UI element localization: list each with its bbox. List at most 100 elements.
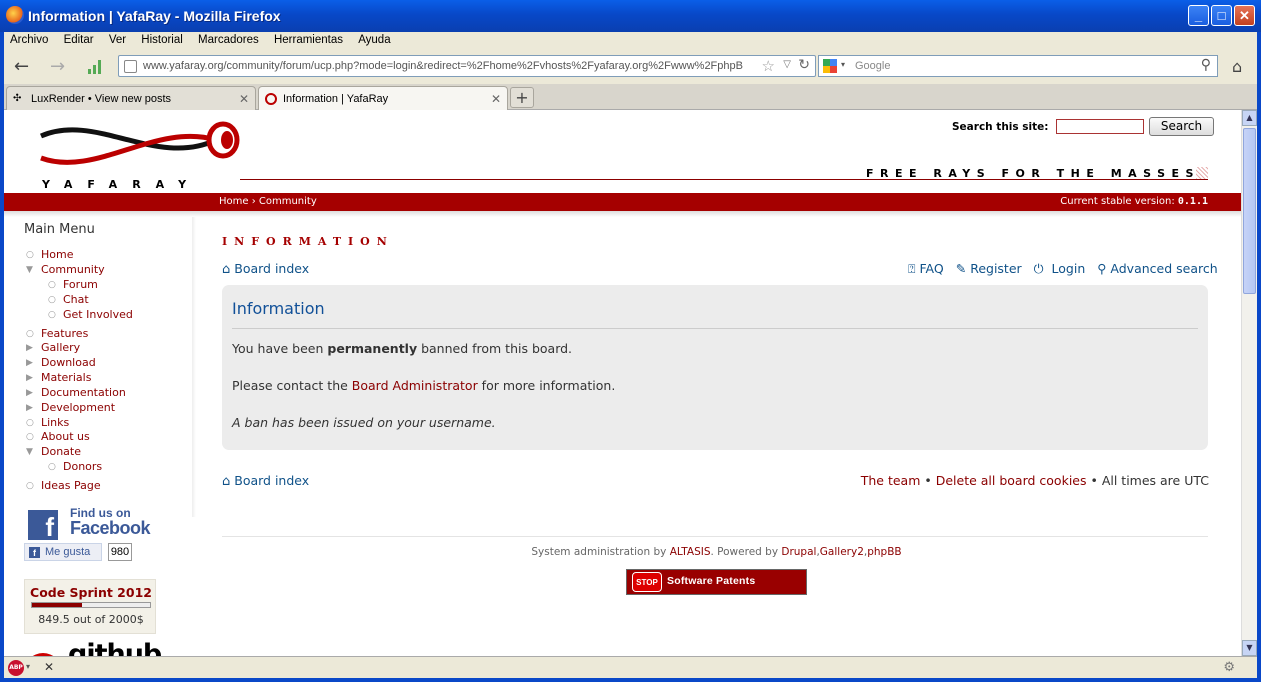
breadcrumb[interactable]: Home › Community <box>219 196 317 207</box>
sidebar-item-ideas-page[interactable]: Ideas Page <box>41 479 101 492</box>
menu-bullet-icon: ○ <box>48 280 56 290</box>
search-placeholder[interactable]: Google <box>855 60 890 72</box>
menu-ayuda[interactable]: Ayuda <box>352 32 396 46</box>
board-index-link-bottom[interactable]: ⌂ Board index <box>222 473 309 489</box>
the-team-link[interactable]: The team <box>861 473 921 488</box>
like-count: 980 <box>108 543 132 561</box>
site-search-input[interactable] <box>1056 119 1144 134</box>
scrollbar-thumb[interactable] <box>1243 128 1256 294</box>
web-search-box[interactable]: ▾ Google ⚲ <box>818 55 1218 77</box>
vertical-scrollbar[interactable]: ▲ ▼ <box>1241 110 1257 656</box>
sprint-title[interactable]: Code Sprint 2012 <box>25 585 157 600</box>
search-magnifier-icon[interactable]: ⚲ <box>1201 57 1211 73</box>
sidebar-item-get-involved[interactable]: Get Involved <box>63 308 133 321</box>
advanced-search-link[interactable]: ⚲ Advanced search <box>1097 261 1221 276</box>
delete-cookies-link[interactable]: Delete all board cookies <box>936 473 1087 488</box>
sidebar-item-forum[interactable]: Forum <box>63 278 98 291</box>
new-tab-button[interactable]: + <box>510 87 534 108</box>
sidebar-item-materials[interactable]: Materials <box>41 371 91 384</box>
sidebar-item-features[interactable]: Features <box>41 327 88 340</box>
menu-bullet-icon: ▶ <box>26 343 33 353</box>
faq-icon: ⍰ <box>908 261 916 276</box>
url-dropdown-icon[interactable]: ▽ <box>783 59 791 70</box>
breadcrumb-bar: Home › Community Current stable version:… <box>4 193 1241 211</box>
reload-icon[interactable]: ↻ <box>798 57 810 73</box>
status-bar: ABP ▾ ✕ ⚙ <box>4 656 1257 678</box>
board-index-label: Board index <box>234 473 310 488</box>
board-index-link-top[interactable]: ⌂ Board index <box>222 261 309 277</box>
close-tab-icon[interactable]: ✕ <box>491 92 501 106</box>
yafaray-logo[interactable]: YAFARAY <box>36 118 246 191</box>
status-gear-icon[interactable]: ⚙ <box>1223 660 1235 675</box>
forward-arrow-icon[interactable]: → <box>50 56 65 77</box>
board-administrator-link[interactable]: Board Administrator <box>352 378 478 393</box>
firefox-icon <box>6 6 24 24</box>
site-search-button[interactable]: Search <box>1149 117 1214 136</box>
adblock-dropdown-icon[interactable]: ▾ <box>26 662 30 671</box>
stable-version: Current stable version: 0.1.1 <box>1060 196 1208 207</box>
tab-luxrender[interactable]: ✣ LuxRender • View new posts ✕ <box>6 86 256 110</box>
sidebar-item-community[interactable]: Community <box>41 263 105 276</box>
sidebar-item-home[interactable]: Home <box>41 248 73 261</box>
facebook-like-icon: f <box>29 547 40 558</box>
phpbb-link[interactable]: phpBB <box>867 546 901 558</box>
close-tab-icon[interactable]: ✕ <box>239 92 249 106</box>
sidebar-item-links[interactable]: Links <box>41 416 69 429</box>
adblock-plus-icon[interactable]: ABP <box>8 660 24 676</box>
sidebar-item-donate[interactable]: Donate <box>41 445 81 458</box>
close-addon-bar-icon[interactable]: ✕ <box>44 660 54 674</box>
forum-top-links: ⍰ FAQ ✎ Register ⏻ Login ⚲ Advanced search <box>908 261 1226 277</box>
url-text[interactable]: www.yafaray.org/community/forum/ucp.php?… <box>143 60 743 72</box>
site-identity-icon[interactable] <box>124 60 137 73</box>
stop-software-patents-banner[interactable]: STOP Software Patents <box>626 569 807 595</box>
sidebar-item-chat[interactable]: Chat <box>63 293 89 306</box>
sidebar-item-download[interactable]: Download <box>41 356 96 369</box>
menu-bullet-icon: ▶ <box>26 358 33 368</box>
maximize-button[interactable]: □ <box>1211 5 1232 26</box>
menu-editar[interactable]: Editar <box>58 32 100 46</box>
drupal-link[interactable]: Drupal <box>781 546 816 558</box>
menu-bullet-icon: ▶ <box>26 388 33 398</box>
sidebar-item-development[interactable]: Development <box>41 401 115 414</box>
tab-yafaray[interactable]: Information | YafaRay ✕ <box>258 86 508 110</box>
altasis-link[interactable]: ALTASIS <box>670 546 711 558</box>
window-titlebar[interactable]: Information | YafaRay - Mozilla Firefox … <box>0 0 1261 32</box>
sidebar-item-donors[interactable]: Donors <box>63 460 102 473</box>
facebook-like-button[interactable]: f Me gusta <box>24 543 102 561</box>
minimize-button[interactable]: _ <box>1188 5 1209 26</box>
logo-wordmark: YAFARAY <box>42 178 202 191</box>
bookmark-star-icon[interactable]: ☆ <box>762 57 775 75</box>
tagline-decoration <box>1196 167 1208 179</box>
login-link[interactable]: ⏻ Login <box>1034 261 1090 276</box>
main-menu-title: Main Menu <box>24 222 95 237</box>
sidebar-item-documentation[interactable]: Documentation <box>41 386 126 399</box>
site-credits: System administration by ALTASIS. Powere… <box>531 546 902 558</box>
footer-divider <box>222 536 1208 537</box>
home-icon[interactable]: ⌂ <box>1232 57 1242 76</box>
close-window-button[interactable]: ✕ <box>1234 5 1255 26</box>
menu-bullet-icon: ○ <box>48 295 56 305</box>
google-icon[interactable] <box>823 59 837 73</box>
facebook-line2: Facebook <box>70 518 151 538</box>
page-viewport: YAFARAY Search this site: Search FREE RA… <box>4 110 1241 656</box>
address-bar[interactable]: www.yafaray.org/community/forum/ucp.php?… <box>118 55 816 77</box>
version-label: Current stable version: <box>1060 196 1175 207</box>
sidebar-item-about-us[interactable]: About us <box>41 430 90 443</box>
back-arrow-icon[interactable]: ← <box>14 56 29 77</box>
menu-marcadores[interactable]: Marcadores <box>192 32 265 46</box>
search-engine-dropdown-icon[interactable]: ▾ <box>841 60 845 69</box>
menu-ver[interactable]: Ver <box>103 32 132 46</box>
menu-archivo[interactable]: Archivo <box>4 32 54 46</box>
register-icon: ✎ <box>955 261 967 276</box>
faq-link[interactable]: ⍰ FAQ <box>908 261 948 276</box>
sidebar-item-gallery[interactable]: Gallery <box>41 341 80 354</box>
scroll-up-arrow-icon[interactable]: ▲ <box>1242 110 1257 126</box>
scroll-down-arrow-icon[interactable]: ▼ <box>1242 640 1257 656</box>
register-link[interactable]: ✎ Register <box>956 261 1026 276</box>
menu-herramientas[interactable]: Herramientas <box>268 32 349 46</box>
menu-bullet-icon: ○ <box>48 310 56 320</box>
gallery2-link[interactable]: Gallery2 <box>820 546 864 558</box>
menu-historial[interactable]: Historial <box>135 32 189 46</box>
github-badge[interactable]: github <box>24 639 184 656</box>
github-wordmark: github <box>68 639 162 656</box>
